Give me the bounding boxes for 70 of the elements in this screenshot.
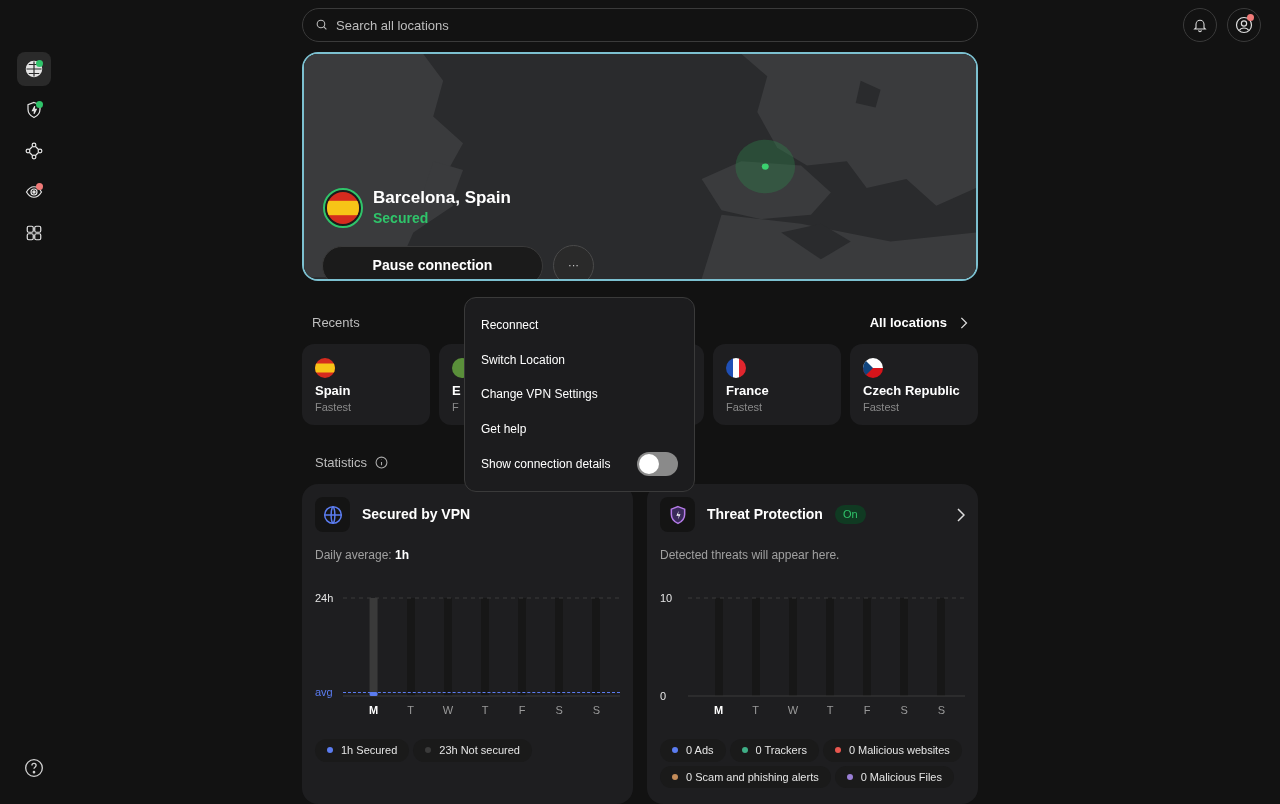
card-title: Threat Protection [707, 505, 823, 524]
axis-label: T [407, 704, 415, 716]
axis-label: M [369, 704, 379, 716]
legend-label: 0 Malicious websites [848, 743, 950, 758]
chevron-right-icon[interactable] [956, 507, 965, 522]
legend-label: 1h Secured [341, 743, 398, 758]
help-icon[interactable] [24, 758, 44, 778]
location-name: Spain [315, 382, 351, 399]
location-detail: Fastest [863, 399, 900, 415]
location-detail: F [452, 399, 459, 415]
location-name: France [726, 382, 769, 399]
recent-location-card[interactable]: Spain Fastest [302, 343, 430, 425]
axis-label: 24h [315, 592, 334, 604]
flag-icon [452, 357, 464, 378]
toggle-switch[interactable] [637, 451, 678, 476]
location-name: E [452, 382, 461, 399]
axis-label: F [518, 704, 526, 716]
flag-icon [726, 357, 746, 378]
recent-location-card[interactable]: France Fastest [713, 343, 841, 425]
legend-label: 0 Scam and phishing alerts [686, 769, 819, 785]
flag-icon [315, 357, 335, 378]
section-title: Statistics [315, 453, 367, 472]
flag-icon [863, 357, 883, 378]
menu-item[interactable]: Switch Location [469, 342, 690, 377]
location-name: Barcelona, Spain [373, 187, 511, 209]
legend-label: 0 Ads [686, 743, 714, 758]
axis-label: S [937, 704, 946, 716]
average-label: avg [315, 686, 333, 698]
axis-label: S [555, 704, 563, 716]
search-field[interactable]: Search all locations [302, 8, 978, 42]
sidebar-item[interactable] [17, 52, 51, 86]
location-detail: Fastest [726, 399, 763, 415]
axis-label: W [787, 704, 799, 716]
connection-status: Secured [373, 209, 430, 229]
pause-button[interactable]: Pause connection [322, 245, 543, 279]
legend-label: 0 Malicious Files [860, 769, 942, 785]
shield-icon [25, 101, 43, 119]
axis-label: M [714, 704, 724, 716]
daily-average: Daily average: 1h [315, 547, 411, 564]
location-detail: Fastest [315, 399, 352, 415]
chevron-right-icon [959, 316, 968, 329]
globe-icon [322, 504, 343, 525]
menu-item[interactable]: Change VPN Settings [469, 377, 690, 412]
location-name: Czech Republic [863, 382, 960, 399]
recent-location-card[interactable]: Czech Republic Fastest [850, 343, 978, 425]
card-subtitle: Detected threats will appear here. [660, 547, 841, 564]
eye-icon [25, 183, 43, 201]
bell-icon [1192, 17, 1208, 33]
search-icon [315, 18, 328, 31]
menu-item[interactable]: Reconnect [469, 308, 690, 343]
axis-label: W [442, 704, 454, 716]
menu-item[interactable]: Get help [469, 411, 690, 446]
axis-label: T [826, 704, 834, 716]
axis-label: 0 [660, 690, 667, 702]
legend-label: 23h Not secured [439, 743, 520, 758]
card-title: Secured by VPN [362, 505, 471, 524]
axis-label: F [863, 704, 871, 716]
section-title: Recents [312, 314, 360, 332]
all-locations-link[interactable]: All locations [869, 313, 968, 333]
user-icon [1235, 16, 1253, 34]
legend-label: 0 Trackers [755, 743, 807, 758]
axis-label: 10 [660, 592, 673, 604]
axis-label: T [481, 704, 489, 716]
axis-label: S [900, 704, 908, 716]
info-icon[interactable] [375, 455, 388, 469]
axis-label: S [592, 704, 601, 716]
grid-icon [25, 224, 43, 242]
nodes-icon [25, 142, 43, 160]
axis-label: T [752, 704, 760, 716]
status-badge: On [834, 505, 866, 524]
